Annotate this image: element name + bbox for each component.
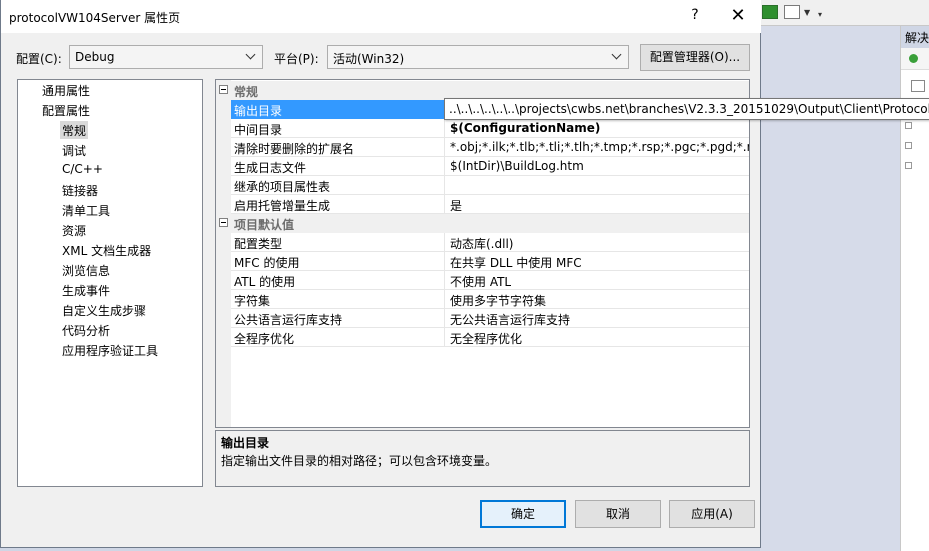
expand-icon[interactable] — [905, 122, 912, 129]
property-row[interactable]: 继承的项目属性表 — [231, 176, 749, 195]
property-row[interactable]: 中间目录 $(ConfigurationName) — [231, 119, 749, 138]
property-row[interactable]: 配置类型 动态库(.dll) — [231, 233, 749, 252]
platform-value: 活动(Win32) — [333, 52, 405, 66]
description-text: 指定输出文件目录的相对路径；可以包含环境变量。 — [221, 454, 498, 468]
description-title: 输出目录 — [221, 436, 270, 450]
tree-item[interactable]: 配置属性 — [40, 101, 92, 119]
property-pages-dialog: protocolVW104Server 属性页 ? ✕ 配置(C): Debug… — [0, 0, 929, 548]
platform-label: 平台(P): — [274, 52, 319, 66]
property-value[interactable]: 动态库(.dll) — [447, 233, 749, 252]
property-row[interactable]: 启用托管增量生成是 — [231, 195, 749, 214]
dropdown-arrow-icon[interactable]: ▼ — [804, 8, 810, 17]
properties-icon[interactable] — [911, 80, 925, 92]
property-row[interactable]: 字符集 使用多字节字符集 — [231, 290, 749, 309]
tree-item[interactable]: 调试 — [60, 141, 88, 159]
tree-item[interactable]: 链接器 — [60, 181, 100, 199]
property-row[interactable]: 全程序优化 无全程序优化 — [231, 328, 749, 347]
tree-item[interactable]: 常规 — [60, 121, 89, 139]
property-value[interactable]: 不使用 ATL — [447, 271, 749, 290]
property-row[interactable]: 公共语言运行库支持 无公共语言运行库支持 — [231, 309, 749, 328]
property-name: MFC 的使用 — [231, 252, 445, 271]
expand-icon[interactable] — [905, 142, 912, 149]
cancel-button[interactable]: 取消 — [575, 500, 661, 528]
tree-item[interactable]: 浏览信息 — [60, 261, 112, 279]
collapse-icon[interactable] — [219, 85, 228, 94]
description-panel: 输出目录 指定输出文件目录的相对路径；可以包含环境变量。 — [215, 430, 750, 487]
tree-item[interactable]: 应用程序验证工具 — [60, 341, 160, 359]
tree-item[interactable]: XML 文档生成器 — [60, 241, 153, 259]
chevron-down-icon — [246, 51, 256, 61]
property-name: 继承的项目属性表 — [231, 176, 445, 195]
title-bar[interactable]: protocolVW104Server 属性页 ? ✕ — [1, 0, 761, 33]
property-grid[interactable]: 常规 输出目录 中间目录 $(ConfigurationName) 清除时要删除的扩展名… — [215, 79, 750, 428]
category-name: 常规 — [234, 85, 259, 99]
apply-button[interactable]: 应用(A) — [669, 500, 755, 528]
tree-item[interactable]: 生成事件 — [60, 281, 112, 299]
property-value[interactable]: 是 — [447, 195, 749, 214]
settings-tree[interactable]: 通用属性配置属性常规调试 C/C++ 链接器清单工具资源 XML 文档生成器 浏览信息生… — [17, 79, 203, 487]
background-ide: ▼ ▾ 解决 — [760, 0, 929, 551]
property-value[interactable]: 使用多字节字符集 — [447, 290, 749, 309]
property-name: 全程序优化 — [231, 328, 445, 347]
property-value[interactable]: $(IntDir)\BuildLog.htm — [447, 157, 749, 176]
solution-explorer-title: 解决 — [901, 26, 929, 48]
property-name: 中间目录 — [231, 119, 445, 138]
tree-item[interactable]: 资源 — [60, 221, 88, 239]
property-name: 配置类型 — [231, 233, 445, 252]
grid-gutter — [216, 80, 231, 427]
value-tooltip: ..\..\..\..\..\..\projects\cwbs.net\bran… — [444, 98, 929, 120]
property-row[interactable]: ATL 的使用 不使用 ATL — [231, 271, 749, 290]
window-icon[interactable] — [784, 5, 800, 19]
refresh-icon[interactable] — [909, 54, 918, 63]
config-label: 配置(C): — [16, 52, 62, 66]
grid-category[interactable]: 项目默认值 — [216, 214, 749, 233]
ide-toolbar: ▼ ▾ — [760, 0, 929, 26]
property-name: 清除时要删除的扩展名 — [231, 138, 445, 157]
property-row[interactable]: MFC 的使用 在共享 DLL 中使用 MFC — [231, 252, 749, 271]
chevron-down-icon — [612, 51, 622, 61]
dialog-title: protocolVW104Server 属性页 — [9, 11, 181, 25]
ok-button[interactable]: 确定 — [480, 500, 566, 528]
tree-item[interactable]: 自定义生成步骤 — [60, 301, 148, 319]
property-name: 启用托管增量生成 — [231, 195, 445, 214]
overflow-icon[interactable]: ▾ — [818, 10, 822, 19]
property-row[interactable]: 生成日志文件 $(IntDir)\BuildLog.htm — [231, 157, 749, 176]
property-row[interactable]: 清除时要删除的扩展名 *.obj;*.ilk;*.tlb;*.tli;*.tlh;… — [231, 138, 749, 157]
property-name: ATL 的使用 — [231, 271, 445, 290]
property-value[interactable]: *.obj;*.ilk;*.tlb;*.tli;*.tlh;*.tmp;*.rs… — [447, 138, 749, 157]
collapse-icon[interactable] — [219, 218, 228, 227]
close-button[interactable]: ✕ — [723, 5, 753, 29]
property-name: 字符集 — [231, 290, 445, 309]
tree-item[interactable]: 代码分析 — [60, 321, 112, 339]
property-name: 公共语言运行库支持 — [231, 309, 445, 328]
property-value[interactable]: 无公共语言运行库支持 — [447, 309, 749, 328]
config-combo[interactable]: Debug — [69, 45, 263, 69]
tree-item[interactable]: 通用属性 — [40, 81, 92, 99]
property-name: 生成日志文件 — [231, 157, 445, 176]
property-value[interactable]: 无全程序优化 — [447, 328, 749, 347]
category-name: 项目默认值 — [234, 218, 295, 232]
expand-icon[interactable] — [905, 162, 912, 169]
run-icon[interactable] — [762, 5, 778, 19]
config-value: Debug — [75, 50, 115, 64]
property-name: 输出目录 — [231, 100, 445, 119]
tree-item[interactable]: C/C++ — [60, 161, 105, 179]
config-manager-button[interactable]: 配置管理器(O)... — [640, 44, 750, 71]
solution-explorer-toolbar — [901, 48, 929, 70]
tree-item[interactable]: 清单工具 — [60, 201, 112, 219]
property-value[interactable]: $(ConfigurationName) — [447, 119, 749, 138]
property-value[interactable]: 在共享 DLL 中使用 MFC — [447, 252, 749, 271]
property-value[interactable] — [447, 176, 749, 195]
help-button[interactable]: ? — [681, 7, 709, 27]
platform-combo[interactable]: 活动(Win32) — [327, 45, 629, 69]
